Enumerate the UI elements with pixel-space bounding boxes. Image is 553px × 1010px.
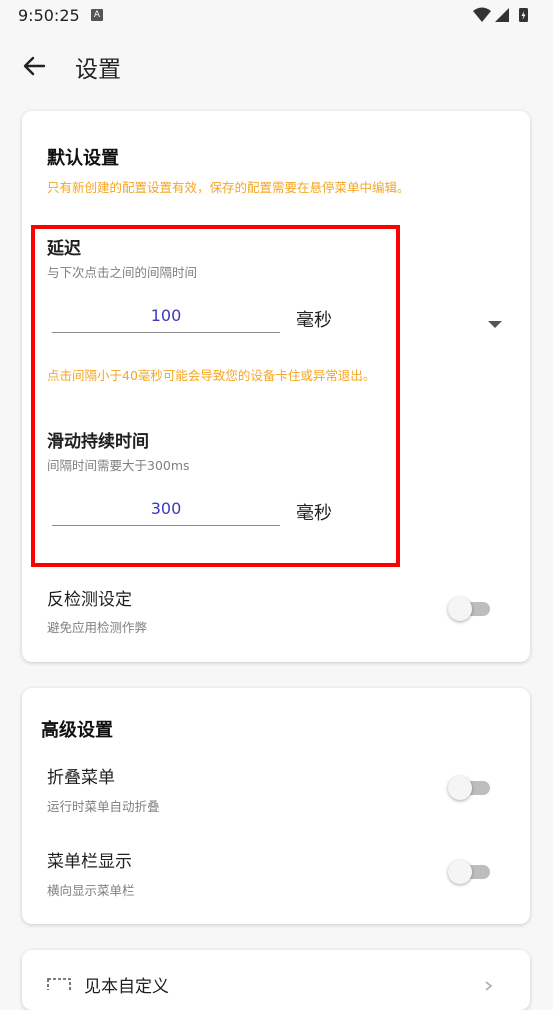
menu-bar-display-subtitle: 横向显示菜单栏	[47, 883, 135, 898]
default-settings-title: 默认设置	[47, 148, 119, 169]
arrow-left-icon	[23, 56, 46, 76]
menu-bar-display-toggle[interactable]	[448, 860, 492, 884]
script-icon	[46, 975, 72, 994]
status-time: 9:50:25	[18, 6, 80, 25]
advanced-settings-title: 高级设置	[41, 720, 113, 741]
swipe-duration-subtitle: 间隔时间需要大于300ms	[47, 458, 190, 473]
back-button[interactable]	[20, 50, 52, 82]
page-title: 设置	[75, 57, 121, 83]
delay-title: 延迟	[47, 239, 81, 259]
collapse-menu-toggle[interactable]	[448, 776, 492, 800]
app-bar: 设置	[0, 40, 553, 92]
swipe-duration-input[interactable]: 300	[52, 493, 280, 526]
collapse-menu-subtitle: 运行时菜单自动折叠	[47, 799, 160, 814]
notification-icon: A	[91, 9, 103, 21]
script-custom-title: 见本自定义	[84, 977, 169, 997]
delay-unit: 毫秒	[296, 310, 332, 331]
signal-icon	[495, 8, 509, 22]
status-icons	[471, 6, 535, 28]
swipe-duration-unit: 毫秒	[296, 503, 332, 524]
status-bar: 9:50:25 A	[0, 0, 553, 32]
delay-input[interactable]: 100	[52, 300, 280, 333]
delay-subtitle: 与下次点击之间的间隔时间	[47, 265, 198, 280]
delay-warning: 点击间隔小于40毫秒可能会导致您的设备卡住或异常退出。	[47, 368, 376, 383]
unit-dropdown[interactable]	[488, 314, 502, 328]
caret-down-icon	[488, 321, 502, 328]
anti-detection-subtitle: 避免应用检测作弊	[47, 620, 148, 635]
menu-bar-display-title: 菜单栏显示	[47, 852, 132, 872]
chevron-right-icon	[484, 976, 494, 995]
anti-detection-title: 反检测设定	[47, 590, 132, 610]
swipe-duration-title: 滑动持续时间	[47, 432, 149, 452]
collapse-menu-title: 折叠菜单	[47, 768, 115, 788]
anti-detection-toggle[interactable]	[448, 597, 492, 621]
wifi-icon	[473, 7, 491, 22]
default-settings-notice: 只有新创建的配置设置有效，保存的配置需要在悬停菜单中编辑。	[47, 180, 410, 195]
